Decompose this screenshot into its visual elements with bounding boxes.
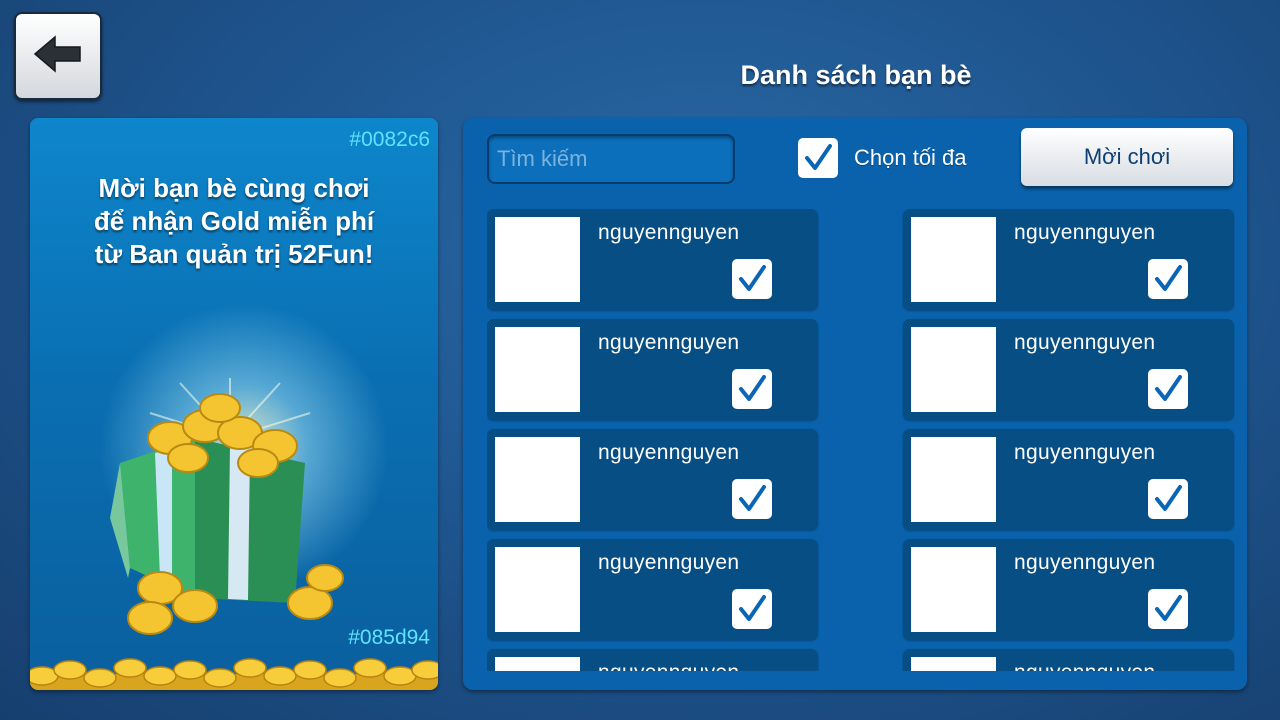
avatar <box>911 657 996 671</box>
select-all-label: Chọn tối đa <box>854 145 967 170</box>
search-input[interactable] <box>487 134 735 184</box>
avatar <box>911 217 996 302</box>
avatar <box>495 327 580 412</box>
checkmark-icon <box>805 144 832 170</box>
friend-name: nguyennguyen <box>1014 661 1155 671</box>
avatar <box>911 327 996 412</box>
gift-box-icon <box>100 378 360 638</box>
checkmark-icon <box>739 595 766 621</box>
promo-hex-top: #0082c6 <box>349 128 430 151</box>
invite-button[interactable]: Mời chơi <box>1021 128 1233 186</box>
friend-checkbox[interactable] <box>732 259 772 299</box>
friend-checkbox[interactable] <box>1148 479 1188 519</box>
friend-checkbox[interactable] <box>1148 589 1188 629</box>
promo-message: Mời bạn bè cùng chơi để nhận Gold miễn p… <box>30 172 438 271</box>
checkmark-icon <box>1155 485 1182 511</box>
friends-list[interactable]: nguyennguyen nguyennguyen nguyennguyen nguy… <box>487 209 1235 671</box>
friend-name: nguyennguyen <box>1014 221 1156 244</box>
promo-panel: #0082c6 Mời bạn bè cùng chơi để nhận Gol… <box>30 118 438 690</box>
friend-checkbox[interactable] <box>1148 369 1188 409</box>
friend-card[interactable]: nguyennguyen <box>487 209 818 310</box>
friend-checkbox[interactable] <box>1148 259 1188 299</box>
friend-card[interactable]: nguyennguyen <box>487 319 818 420</box>
friend-name: nguyennguyen <box>598 331 740 354</box>
promo-message-line: để nhận Gold miễn phí <box>93 206 375 236</box>
avatar <box>495 657 580 671</box>
friend-name: nguyennguyen <box>1014 331 1156 354</box>
friend-checkbox[interactable] <box>732 369 772 409</box>
checkmark-icon <box>739 375 766 401</box>
checkmark-icon <box>1155 595 1182 621</box>
friend-name: nguyennguyen <box>1014 441 1156 464</box>
avatar <box>911 437 996 522</box>
friend-card[interactable]: nguyennguyen <box>903 649 1234 671</box>
coin-pile-icon <box>30 656 438 690</box>
friend-card[interactable]: nguyennguyen <box>903 539 1234 640</box>
friend-checkbox[interactable] <box>732 589 772 629</box>
avatar <box>495 217 580 302</box>
checkmark-icon <box>739 265 766 291</box>
select-all-toggle[interactable]: Chọn tối đa <box>798 138 967 178</box>
avatar <box>495 437 580 522</box>
page-title: Danh sách bạn bè <box>740 60 972 90</box>
friend-card[interactable]: nguyennguyen <box>487 539 818 640</box>
friend-name: nguyennguyen <box>598 221 740 244</box>
checkmark-icon <box>1155 265 1182 291</box>
friend-card[interactable]: nguyennguyen <box>487 429 818 530</box>
checkmark-icon <box>1155 375 1182 401</box>
select-all-checkbox[interactable] <box>798 138 838 178</box>
friend-card[interactable]: nguyennguyen <box>903 319 1234 420</box>
friend-card[interactable]: nguyennguyen <box>487 649 818 671</box>
friend-name: nguyennguyen <box>598 441 740 464</box>
friends-panel: Chọn tối đa Mời chơi nguyennguyennguyenn… <box>463 118 1247 690</box>
friend-name: nguyennguyen <box>598 661 739 671</box>
promo-message-line: Mời bạn bè cùng chơi <box>98 173 370 203</box>
arrow-left-icon <box>33 34 83 79</box>
avatar <box>911 547 996 632</box>
promo-message-line: từ Ban quản trị 52Fun! <box>94 239 374 269</box>
back-button[interactable] <box>14 12 102 100</box>
checkmark-icon <box>739 485 766 511</box>
friend-card[interactable]: nguyennguyen <box>903 209 1234 310</box>
friend-checkbox[interactable] <box>732 479 772 519</box>
friend-name: nguyennguyen <box>1014 551 1156 574</box>
friend-card[interactable]: nguyennguyen <box>903 429 1234 530</box>
friend-name: nguyennguyen <box>598 551 740 574</box>
promo-hex-bottom: #085d94 <box>348 626 430 649</box>
avatar <box>495 547 580 632</box>
